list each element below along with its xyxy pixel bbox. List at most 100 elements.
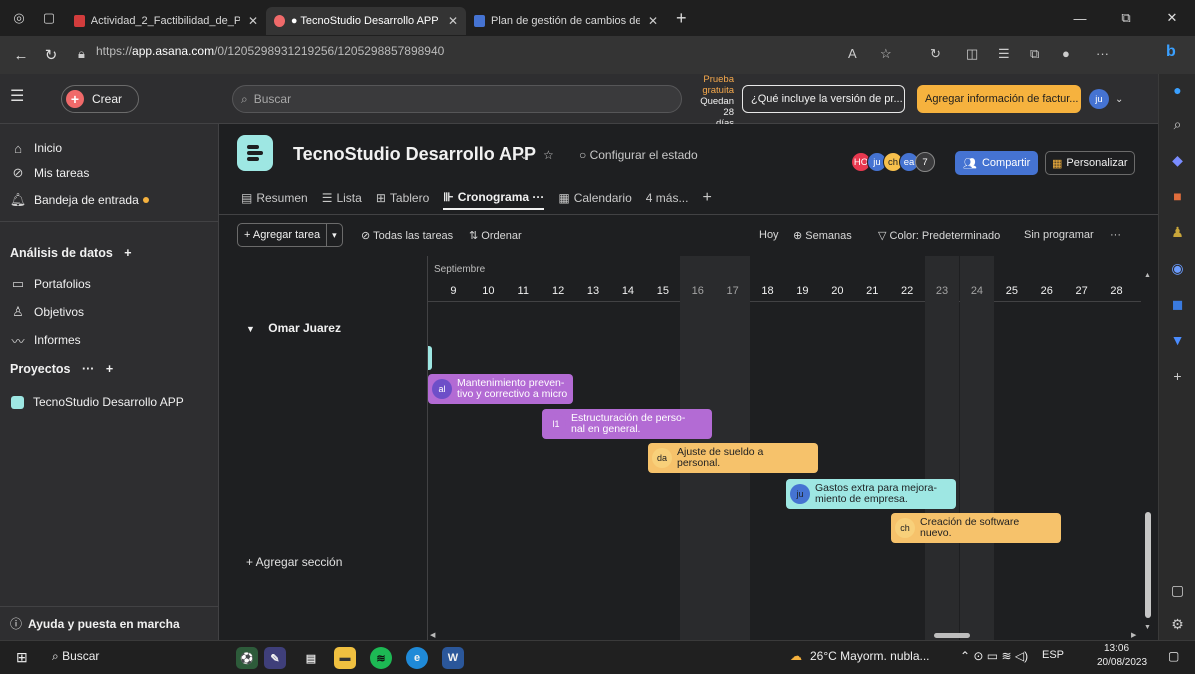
restore-icon[interactable]: ⧉ xyxy=(1103,0,1149,36)
sidebar-item-my-tasks[interactable]: ⊘ Mis tareas xyxy=(8,161,208,185)
all-tasks-filter[interactable]: ⊘ Todas las tareas xyxy=(361,229,453,242)
outlook-icon[interactable]: ◼ xyxy=(1159,296,1195,313)
help-button[interactable]: ⓘ Ayuda y puesta en marcha xyxy=(0,606,219,640)
scroll-left-icon[interactable]: ◀ xyxy=(430,631,435,639)
members-list[interactable]: HO ju ch ea 7 xyxy=(851,152,935,172)
sidebar-item-project[interactable]: TecnoStudio Desarrollo APP xyxy=(8,390,208,414)
task-view-icon[interactable]: ▤ xyxy=(300,647,322,669)
weather-widget[interactable]: 26°C Mayorm. nubla... xyxy=(810,649,930,663)
close-tab-icon[interactable]: ✕ xyxy=(648,14,658,28)
tab-timeline[interactable]: ⊪ Cronograma ··· xyxy=(443,186,545,210)
timeline-task-bar[interactable]: da Ajuste de sueldo a personal. xyxy=(648,443,818,473)
scroll-right-icon[interactable]: ▶ xyxy=(1131,631,1136,639)
favorite-star-icon[interactable]: ☆ xyxy=(543,148,554,162)
word-app-icon[interactable]: W xyxy=(442,647,464,669)
clock-time[interactable]: 13:06 xyxy=(1104,643,1129,654)
refresh-extension-icon[interactable]: ↻ xyxy=(930,46,941,62)
send-icon[interactable]: ▼ xyxy=(1159,332,1195,348)
browser-profile-icon[interactable]: ◎ xyxy=(8,7,30,29)
customize-button[interactable]: ▦ Personalizar xyxy=(1045,151,1135,175)
windows-start-icon[interactable]: ⊞ xyxy=(16,649,28,666)
avatar[interactable]: ju xyxy=(790,484,810,504)
back-icon[interactable]: ← xyxy=(6,40,36,70)
projects-heading[interactable]: Proyectos ··· + xyxy=(10,362,113,376)
add-icon[interactable]: + xyxy=(124,246,131,260)
refresh-icon[interactable]: ↻ xyxy=(36,40,66,70)
favorites-icon[interactable]: ☰ xyxy=(998,46,1010,62)
game-app-icon[interactable]: ⚽ xyxy=(236,647,258,669)
settings-gear-icon[interactable]: ⚙ xyxy=(1159,616,1195,633)
upgrade-info-button[interactable]: ¿Qué incluye la versión de pr... xyxy=(742,85,905,113)
search-icon[interactable]: ⌕ xyxy=(1159,116,1195,133)
system-tray-icons[interactable]: ⌃ ⊙ ▭ ≋ ◁) xyxy=(960,649,1028,663)
toolbox-icon[interactable]: ■ xyxy=(1159,188,1195,204)
chevron-down-icon[interactable]: ▾ xyxy=(326,224,342,246)
bell-icon[interactable]: ● xyxy=(1159,82,1195,98)
trial-notice[interactable]: Prueba gratuita Quedan 28 días xyxy=(690,74,734,129)
caret-down-icon[interactable]: ▼ xyxy=(246,324,255,334)
sidebar-toggle-icon[interactable]: ▢ xyxy=(1159,582,1195,599)
collections-icon[interactable]: ⧉ xyxy=(1030,46,1039,62)
more-options-icon[interactable]: ··· xyxy=(1096,46,1109,61)
add-icon[interactable]: + xyxy=(1159,368,1195,384)
games-icon[interactable]: ♟ xyxy=(1159,224,1195,241)
timeline-task-bar[interactable]: l1 Estructuración de perso-nal en general… xyxy=(542,409,712,439)
paint-app-icon[interactable]: ✎ xyxy=(264,647,286,669)
tab-board[interactable]: ⊞ Tablero xyxy=(376,186,429,210)
browser-tab-2[interactable]: ● TecnoStudio Desarrollo APP - A ✕ xyxy=(266,7,466,35)
avatar[interactable]: al xyxy=(432,379,452,399)
section-header[interactable]: ▼ Omar Juarez xyxy=(246,321,341,335)
more-icon[interactable]: ··· xyxy=(82,362,95,376)
timeline-task-bar[interactable]: ju Gastos extra para mejora-miento de emp… xyxy=(786,479,956,509)
tab-overview[interactable]: ▤ Resumen xyxy=(241,186,308,210)
split-screen-icon[interactable]: ◫ xyxy=(966,46,978,62)
browser-tab-1[interactable]: Actividad_2_Factibilidad_de_Proy ✕ xyxy=(66,7,266,35)
add-billing-button[interactable]: Agregar información de factur... xyxy=(917,85,1081,113)
language-indicator[interactable]: ESP xyxy=(1042,649,1064,661)
close-tab-icon[interactable]: ✕ xyxy=(448,14,458,28)
avatar[interactable]: ch xyxy=(895,518,915,538)
sidebar-item-goals[interactable]: ♙ Objetivos xyxy=(8,300,208,324)
scroll-down-icon[interactable]: ▼ xyxy=(1144,624,1151,631)
url-field[interactable]: https://app.asana.com/0/1205298931219256… xyxy=(96,44,444,58)
create-button[interactable]: + Crear xyxy=(61,85,139,113)
notifications-icon[interactable]: ▢ xyxy=(1168,649,1179,663)
zoom-weeks-button[interactable]: ⊕ Semanas xyxy=(793,229,852,242)
scroll-thumb[interactable] xyxy=(1145,512,1151,618)
sidebar-item-portfolios[interactable]: ▭ Portafolios xyxy=(8,272,208,296)
scroll-up-icon[interactable]: ▲ xyxy=(1144,272,1151,279)
sidebar-item-home[interactable]: ⌂ Inicio xyxy=(8,136,208,160)
search-input[interactable]: ⌕ Buscar xyxy=(232,85,682,113)
edge-browser-icon[interactable]: e xyxy=(406,647,428,669)
new-tab-button[interactable]: + xyxy=(676,8,687,29)
more-options-icon[interactable]: ··· xyxy=(1110,229,1121,241)
file-explorer-icon[interactable]: ▬ xyxy=(334,647,356,669)
vertical-scrollbar[interactable]: ▲ ▼ xyxy=(1141,256,1158,640)
sidebar-item-reports[interactable]: 〰 Informes xyxy=(8,328,208,352)
spotify-icon[interactable]: ≋ xyxy=(370,647,392,669)
menu-icon[interactable]: ☰ xyxy=(10,86,24,106)
add-icon[interactable]: + xyxy=(106,362,113,376)
avatar[interactable]: l1 xyxy=(546,414,566,434)
user-menu[interactable]: ju ⌄ xyxy=(1086,86,1138,112)
taskbar-search[interactable]: ⌕ Buscar xyxy=(52,649,99,664)
tab-actions-icon[interactable]: ▢ xyxy=(38,7,60,29)
horizontal-scrollbar[interactable]: ◀ ▶ xyxy=(428,632,1141,640)
analytics-heading[interactable]: Análisis de datos + xyxy=(10,246,132,260)
tab-more[interactable]: 4 más... xyxy=(646,186,689,210)
clock-date[interactable]: 20/08/2023 xyxy=(1097,657,1147,668)
project-title[interactable]: TecnoStudio Desarrollo APP xyxy=(293,144,536,165)
sort-button[interactable]: ⇅ Ordenar xyxy=(469,229,522,242)
add-section-button[interactable]: + Agregar sección xyxy=(246,555,342,569)
shopping-tag-icon[interactable]: ◆ xyxy=(1159,152,1195,169)
status-button[interactable]: ○ Configurar el estado xyxy=(579,148,698,162)
close-tab-icon[interactable]: ✕ xyxy=(248,14,258,28)
unscheduled-button[interactable]: Sin programar xyxy=(1024,229,1094,241)
tab-calendar[interactable]: ▦ Calendario xyxy=(558,186,631,210)
offscreen-task-stub[interactable] xyxy=(428,346,432,370)
scroll-thumb[interactable] xyxy=(934,633,970,638)
copilot-icon[interactable]: ◉ xyxy=(1159,260,1195,277)
add-tab-button[interactable]: + xyxy=(702,186,711,210)
lock-icon[interactable]: 🔒︎ xyxy=(78,46,85,62)
close-window-icon[interactable]: ✕ xyxy=(1149,0,1195,36)
